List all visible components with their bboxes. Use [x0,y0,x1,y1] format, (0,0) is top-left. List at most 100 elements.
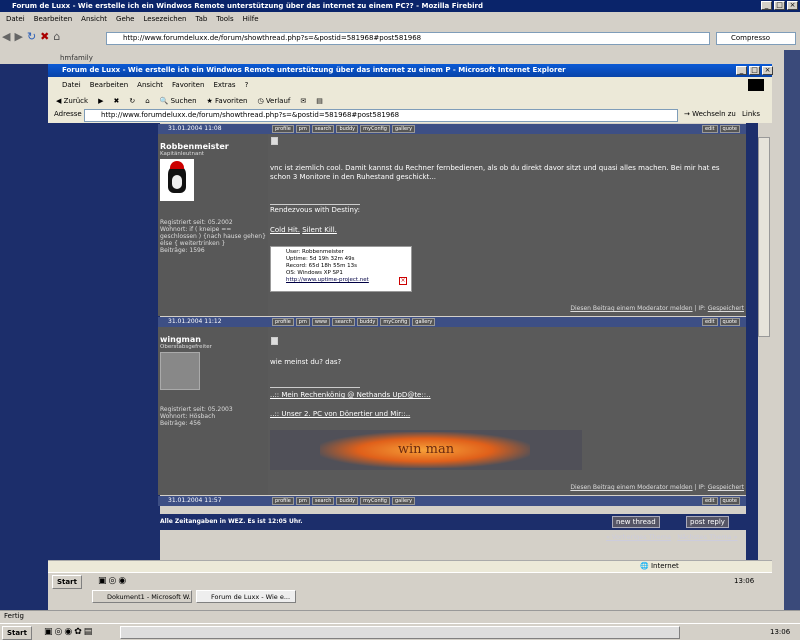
quote-button[interactable]: quote [719,497,740,505]
maximize-button[interactable]: □ [774,1,785,10]
menu-lesezeichen[interactable]: Lesezeichen [144,15,187,23]
firebird-url-field[interactable]: http://www.forumdeluxx.de/forum/showthre… [106,32,710,45]
edit-button[interactable]: edit [701,125,718,133]
ie-go-button[interactable]: → Wechseln zu [684,110,736,118]
gallery-button[interactable]: gallery [412,318,436,326]
firebird-statusbar: Fertig [0,610,800,622]
edit-button[interactable]: edit [701,318,718,326]
ip-saved-link[interactable]: Gespeichert [708,305,744,312]
pm-button[interactable]: pm [295,497,310,505]
menu-ansicht[interactable]: Ansicht [81,15,107,23]
bookmarks-item[interactable]: hmfamily [60,54,93,62]
myconfig-button[interactable]: myConfig [360,125,390,133]
quote-button[interactable]: quote [719,125,740,133]
stop-icon[interactable]: ✖ [40,30,49,43]
ie-menu-bearbeiten[interactable]: Bearbeiten [90,81,128,89]
ie-history-button[interactable]: ◷ Verlauf [257,97,290,105]
close-button[interactable]: × [787,1,798,10]
ie-menu-ansicht[interactable]: Ansicht [137,81,163,89]
sig-link-cold-hit[interactable]: Cold Hit. [270,226,300,234]
ip-saved-link[interactable]: Gespeichert [708,484,744,491]
search-button[interactable]: search [311,125,335,133]
buddy-button[interactable]: buddy [356,318,379,326]
menu-datei[interactable]: Datei [6,15,25,23]
next-thread-link[interactable]: Nächstes Thema » [677,533,737,541]
quicklaunch-icons[interactable]: ▣◎◉ [98,576,128,586]
ie-forward-icon[interactable]: ▶ [98,97,103,105]
ie-maximize-button[interactable]: □ [749,66,760,75]
task-ie[interactable]: Forum de Luxx - Wie e... [196,590,296,603]
username[interactable]: wingman [160,335,266,344]
task-word[interactable]: Dokument1 - Microsoft W... [92,590,192,603]
prev-thread-link[interactable]: « Vorheriges Thema [606,533,671,541]
report-link[interactable]: Diesen Beitrag einem Moderator melden [570,305,692,312]
myconfig-button[interactable]: myConfig [360,497,390,505]
sig-link-silent-kill[interactable]: Silent Kill. [302,226,337,234]
ie-home-icon[interactable]: ⌂ [145,97,149,105]
post-buttons: profile pm search buddy myConfig gallery [272,496,417,505]
buddy-button[interactable]: buddy [336,497,359,505]
post-count: Beiträge: 1596 [160,247,205,254]
user-rank: Oberstabsgefreiter [160,344,212,350]
ie-refresh-icon[interactable]: ↻ [129,97,135,105]
ie-back-button[interactable]: ◀ Zurück [56,97,88,105]
forward-icon[interactable]: ▶ [14,30,22,43]
new-thread-button[interactable]: new thread [612,516,660,528]
firebird-page-left [0,64,48,610]
ie-stop-icon[interactable]: ✖ [113,97,119,105]
ie-menu-help[interactable]: ? [245,81,249,89]
ie-links[interactable]: Links [742,110,760,118]
quote-button[interactable]: quote [719,318,740,326]
gallery-button[interactable]: gallery [391,497,416,505]
ie-favorites-button[interactable]: ★ Favoriten [207,97,248,105]
ie-mail-icon[interactable]: ✉ [300,97,306,105]
report-link[interactable]: Diesen Beitrag einem Moderator melden [570,484,692,491]
buddy-button[interactable]: buddy [336,125,359,133]
ie-close-button[interactable]: × [762,66,773,75]
profile-button[interactable]: profile [272,125,294,133]
ie-print-icon[interactable]: ▤ [316,97,323,105]
search-button[interactable]: search [311,497,335,505]
uptime-badge: User: Robbenmeister Uptime: 5d 19h 32m 4… [270,246,412,292]
uptime-user: User: Robbenmeister [286,249,344,255]
inner-taskbar: Start ▣◎◉ Dokument1 - Microsoft W... For… [48,572,772,604]
ie-menu-favoriten[interactable]: Favoriten [172,81,204,89]
scrollbar-thumb[interactable] [758,137,770,337]
pm-button[interactable]: pm [295,125,310,133]
menu-tools[interactable]: Tools [216,15,233,23]
firebird-search-field[interactable]: Compresso [716,32,796,45]
back-icon[interactable]: ◀ [2,30,10,43]
ie-scrollbar[interactable] [758,123,770,560]
sig-link-rechenkoenig[interactable]: ..:: Mein Rechenkönig @ Nethands UpD@te:… [270,391,431,399]
menu-bearbeiten[interactable]: Bearbeiten [34,15,72,23]
sig-link-second-pc[interactable]: ..:: Unser 2. PC von Dönertier und Mir::… [270,410,410,418]
search-button[interactable]: search [332,318,355,326]
home-icon[interactable]: ⌂ [53,30,60,43]
ie-url-field[interactable]: http://www.forumdeluxx.de/forum/showthre… [84,109,678,122]
menu-tab[interactable]: Tab [196,15,208,23]
username[interactable]: Robbenmeister [160,142,266,151]
registered: Registriert seit: 05.2003 [160,406,233,413]
myconfig-button[interactable]: myConfig [380,318,411,326]
minimize-button[interactable]: _ [761,1,772,10]
outer-task-firebird[interactable] [120,626,680,639]
reload-icon[interactable]: ↻ [27,30,36,43]
profile-button[interactable]: profile [272,318,294,326]
ie-menu-datei[interactable]: Datei [62,81,81,89]
outer-start-button[interactable]: Start [2,626,32,640]
post-reply-button[interactable]: post reply [686,516,729,528]
edit-button[interactable]: edit [701,497,718,505]
pm-button[interactable]: pm [295,318,310,326]
menu-hilfe[interactable]: Hilfe [243,15,259,23]
menu-gehe[interactable]: Gehe [116,15,134,23]
gallery-button[interactable]: gallery [391,125,416,133]
uptime-url[interactable]: http://www.uptime-project.net [286,277,411,284]
www-button[interactable]: www [311,318,331,326]
ie-search-button[interactable]: 🔍 Suchen [160,97,197,105]
ie-minimize-button[interactable]: _ [736,66,747,75]
profile-button[interactable]: profile [272,497,294,505]
ie-search-label: Suchen [170,97,197,105]
outer-quicklaunch-icons[interactable]: ▣◎◉✿▤ [44,627,94,637]
inner-start-button[interactable]: Start [52,575,82,589]
ie-menu-extras[interactable]: Extras [213,81,235,89]
